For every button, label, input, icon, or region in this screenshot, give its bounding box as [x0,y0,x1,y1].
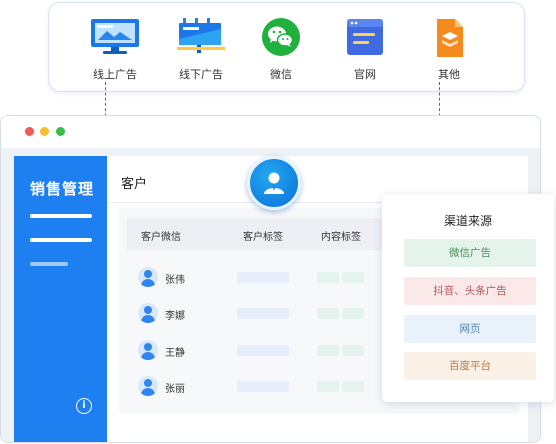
customer-badge [247,156,301,210]
sidebar-item[interactable] [30,214,92,218]
sidebar-item[interactable] [30,238,92,242]
content-tag-placeholder [317,308,339,319]
content-tag-placeholder [317,345,339,356]
window-close-dot[interactable] [25,127,34,136]
channel-strip: 线上广告 线下广告 微信 官网 其他 [48,2,525,92]
channel-label: 其他 [438,68,460,81]
content-tag-placeholder [317,272,339,283]
customer-tag-placeholder [237,272,289,283]
source-chip-wechat-ads[interactable]: 微信广告 [404,239,536,267]
customer-tag-placeholder [237,381,289,392]
source-card-title: 渠道来源 [443,214,492,228]
channel-label: 线上广告 [93,68,137,81]
sidebar: 销售管理 i [14,156,107,442]
channel-source-card: 渠道来源 微信广告 抖音、头条广告 网页 百度平台 [382,194,554,402]
customer-tag-placeholder [237,345,289,356]
window-titlebar [1,116,540,148]
website-icon [345,17,385,61]
channel-label: 线下广告 [179,68,223,81]
layers-icon [429,17,469,63]
content-tag-placeholder [342,381,364,392]
source-chip-webpage[interactable]: 网页 [404,315,536,343]
customer-tag-placeholder [237,308,289,319]
customer-name: 张丽 [165,384,185,395]
customer-name: 李娜 [165,311,185,322]
customer-name: 王静 [165,348,185,359]
column-header-content-tag: 内容标签 [321,232,361,243]
billboard-icon [175,17,227,59]
wechat-icon [261,17,301,61]
column-header-wechat: 客户微信 [141,232,181,243]
user-avatar-icon [138,376,158,396]
user-avatar-icon [138,267,158,287]
channel-label: 官网 [354,68,376,81]
channel-label: 微信 [270,68,292,81]
user-avatar-icon [138,340,158,360]
sidebar-title: 销售管理 [30,180,95,198]
info-icon[interactable]: i [76,398,92,414]
user-avatar-icon [138,303,158,323]
content-tag-placeholder [342,272,364,283]
page-title: 客户 [121,177,148,192]
sidebar-item[interactable] [30,262,68,266]
column-header-customer-tag: 客户标签 [243,232,283,243]
content-tag-placeholder [342,308,364,319]
window-minimize-dot[interactable] [40,127,49,136]
content-tag-placeholder [317,381,339,392]
window-maximize-dot[interactable] [56,127,65,136]
source-chip-douyin-toutiao-ads[interactable]: 抖音、头条广告 [404,277,536,305]
source-chip-baidu[interactable]: 百度平台 [404,352,536,380]
customer-name: 张伟 [165,275,185,286]
user-icon [264,172,284,194]
content-tag-placeholder [342,345,364,356]
monitor-icon [89,17,141,59]
